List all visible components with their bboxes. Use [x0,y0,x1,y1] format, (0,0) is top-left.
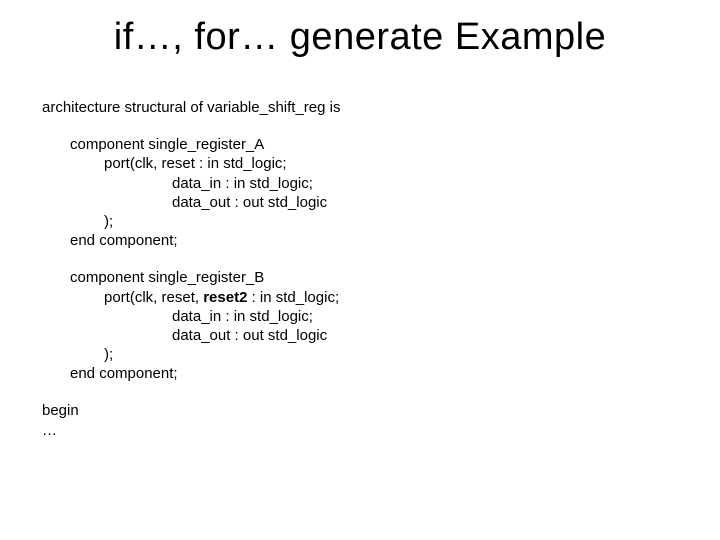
code-line: end component; [70,231,678,250]
code-line: data_in : in std_logic; [172,174,678,193]
code-line: data_out : out std_logic [172,193,678,212]
code-line: begin [42,401,678,420]
code-line: ); [104,345,678,364]
architecture-line: architecture structural of variable_shif… [42,98,678,117]
code-line: data_out : out std_logic [172,326,678,345]
slide-body: architecture structural of variable_shif… [42,98,678,458]
begin-block: begin … [42,401,678,439]
slide: if…, for… generate Example architecture … [0,0,720,540]
slide-title: if…, for… generate Example [0,16,720,59]
code-line: port(clk, reset, reset2 : in std_logic; [104,288,678,307]
text-span: : in std_logic; [247,289,339,306]
code-line: … [42,421,678,440]
component-b: component single_register_B port(clk, re… [42,268,678,383]
component-a: component single_register_A port(clk, re… [42,135,678,250]
code-line: end component; [70,364,678,383]
text-span: port(clk, reset, [104,289,203,306]
code-line: component single_register_A [70,135,678,154]
bold-text: reset2 [203,289,247,306]
code-line: data_in : in std_logic; [172,307,678,326]
code-line: ); [104,212,678,231]
code-line: architecture structural of variable_shif… [42,98,678,117]
code-line: component single_register_B [70,268,678,287]
code-line: port(clk, reset : in std_logic; [104,154,678,173]
